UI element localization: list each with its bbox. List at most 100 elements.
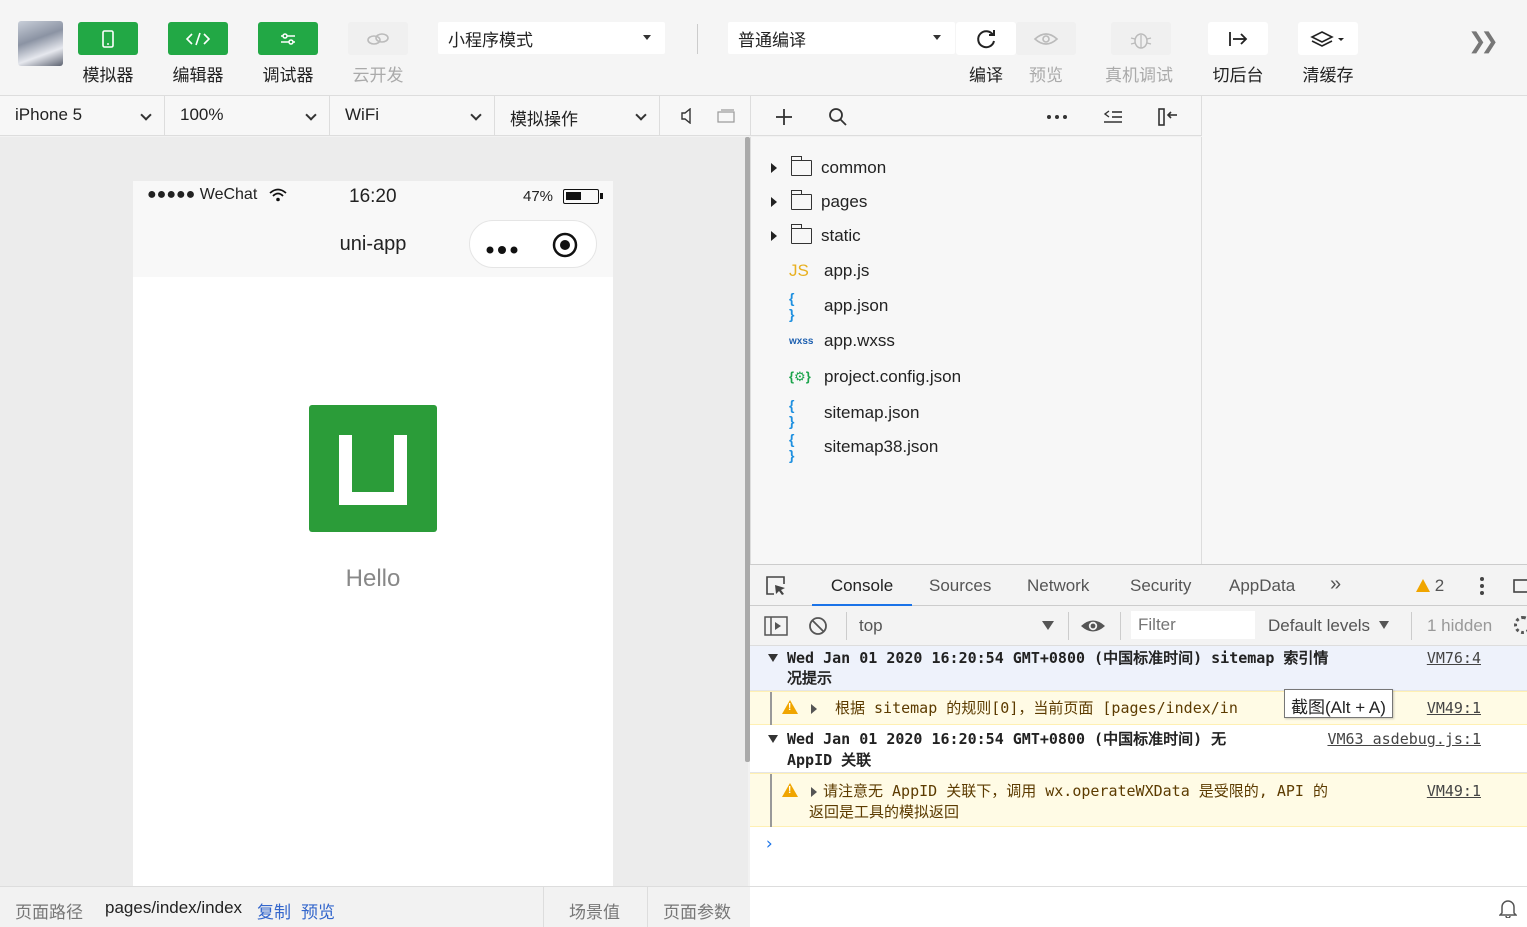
caret-down-icon [1042,621,1054,630]
console-group-row[interactable]: Wed Jan 01 2020 16:20:54 GMT+0800 (中国标准时… [750,646,1527,691]
console-warning-row[interactable]: 根据 sitemap 的规则[0]，当前页面 [pages/index/in V… [750,691,1527,725]
expand-arrow-icon[interactable] [771,197,777,207]
tab-network[interactable]: Network [1027,565,1089,606]
hello-text: Hello [345,565,401,592]
source-link[interactable]: VM76:4 [1427,649,1481,667]
close-miniprogram-icon[interactable] [552,232,578,263]
live-expression-eye-icon[interactable] [1080,615,1106,637]
mode-select[interactable]: 小程序模式 [438,22,665,54]
battery-percent: 47% [523,188,554,205]
file-tree: common pages static JS app.js { } app.js… [750,137,1202,564]
context-select[interactable]: top [848,606,1062,646]
chevron-down-icon [470,109,482,121]
json-file-icon: { } [789,431,795,463]
log-levels-select[interactable]: Default levels [1268,616,1389,636]
console-settings-icon[interactable] [1514,616,1527,634]
collapse-arrow-icon[interactable] [768,654,778,662]
phone-screen[interactable]: ●●●●● WeChat 16:20 47% uni-app Hello [133,181,613,886]
menu-dots-icon[interactable] [486,241,518,259]
log-levels-value: Default levels [1268,616,1371,635]
compile-label: 编译 [969,66,1003,85]
hide-panel-icon[interactable] [1156,106,1180,128]
device-select[interactable]: iPhone 5 [0,96,165,136]
more-tabs-icon[interactable]: » [1330,565,1341,606]
source-link[interactable]: VM49:1 [1427,699,1481,717]
cloud-dev-button[interactable]: 云开发 [348,22,408,86]
warning-icon [782,700,798,714]
warning-count: 2 [1434,576,1445,595]
add-icon[interactable] [773,106,795,128]
sliders-icon [258,22,318,55]
phone-icon [78,22,138,55]
collapse-all-icon[interactable] [1101,106,1125,128]
search-icon[interactable] [827,106,849,128]
editor-button[interactable]: 编辑器 [168,22,228,86]
warning-counter[interactable]: 2 [1416,576,1444,596]
page-params-button[interactable]: 页面参数 [663,898,731,923]
kebab-menu-icon[interactable] [1474,575,1490,597]
console-filter-input[interactable] [1131,611,1255,639]
file-name: app.json [824,296,889,315]
source-link[interactable]: VM49:1 [1427,782,1481,800]
expand-arrow-icon[interactable] [771,231,777,241]
preview-page-link[interactable]: 预览 [301,898,335,923]
zoom-select[interactable]: 100% [165,96,330,136]
clear-cache-button[interactable]: 清缓存 [1298,22,1358,86]
tab-security[interactable]: Security [1130,565,1191,606]
layers-icon [1298,22,1358,55]
expand-arrow-icon[interactable] [811,787,817,797]
mode-value: 小程序模式 [448,31,533,50]
file-name: app.js [824,261,870,280]
tab-appdata[interactable]: AppData [1229,565,1295,606]
source-link[interactable]: VM63 asdebug.js:1 [1327,730,1481,748]
json-file-icon: { } [789,290,795,322]
preview-button[interactable]: 预览 [1016,22,1076,86]
real-device-debug-label: 真机调试 [1105,66,1173,85]
tab-console[interactable]: Console [812,565,912,606]
js-file-icon: JS [789,261,809,280]
inspect-element-icon[interactable] [764,574,788,598]
wifi-icon [269,187,287,207]
dock-icon[interactable] [1512,575,1527,597]
cloud-link-icon [348,22,408,55]
devtools-tab-bar: Console Sources Network Security AppData… [750,564,1527,606]
device-value: iPhone 5 [15,105,83,124]
compile-mode-select[interactable]: 普通编译 [728,22,955,54]
scene-value-button[interactable]: 场景值 [569,898,620,923]
tab-sources[interactable]: Sources [929,565,991,606]
chevron-down-icon [635,109,647,121]
console-group-row[interactable]: Wed Jan 01 2020 16:20:54 GMT+0800 (中国标准时… [750,725,1527,773]
compile-button[interactable]: 编译 [956,22,1016,86]
more-icon[interactable] [1045,106,1069,128]
eye-icon [1016,22,1076,55]
real-device-debug-button[interactable]: 真机调试 [1105,22,1173,86]
expand-arrow-icon[interactable] [811,704,817,714]
console-message: 况提示 [787,669,833,687]
bug-icon [1111,22,1171,55]
sound-icon[interactable] [676,106,698,126]
simulator-button[interactable]: 模拟器 [78,22,138,86]
window-mode-icon[interactable] [714,106,738,126]
background-button[interactable]: 切后台 [1208,22,1268,86]
clear-console-icon[interactable] [807,615,829,637]
refresh-icon [956,22,1016,55]
operation-select[interactable]: 模拟操作 [495,96,660,136]
console-warning-row[interactable]: 请注意无 AppID 关联下，调用 wx.operateWXData 是受限的,… [750,773,1527,827]
chevron-down-icon [140,109,152,121]
network-select[interactable]: WiFi [330,96,495,136]
show-sidebar-icon[interactable] [764,615,788,637]
screenshot-tooltip: 截图(Alt + A) [1284,689,1393,718]
user-avatar[interactable] [18,21,63,66]
battery-icon [563,189,603,204]
bell-icon[interactable] [1498,898,1518,923]
copy-path-link[interactable]: 复制 [257,898,291,923]
console-prompt-icon[interactable]: › [764,834,774,854]
file-name: project.config.json [824,367,962,386]
more-tools-icon[interactable]: ❯❯ [1468,28,1499,54]
page-path-label: 页面路径 [15,903,83,922]
collapse-arrow-icon[interactable] [768,735,778,743]
expand-arrow-icon[interactable] [771,163,777,173]
main-toolbar: 模拟器 编辑器 调试器 云开发 小程序模式 普通编译 编译 预览 真机调试 切后… [0,0,1527,96]
switch-background-icon [1208,22,1268,55]
debugger-button[interactable]: 调试器 [258,22,318,86]
